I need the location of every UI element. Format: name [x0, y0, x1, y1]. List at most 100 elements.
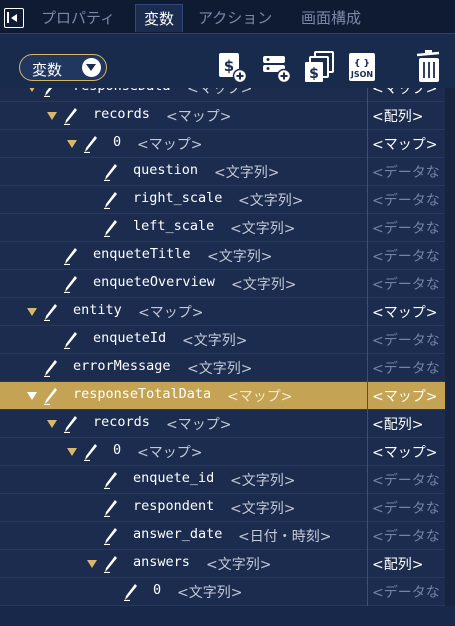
variable-value[interactable]: <配列> — [372, 106, 445, 126]
edit-pen-icon[interactable] — [84, 135, 98, 154]
expand-caret-icon[interactable] — [67, 448, 77, 456]
variable-value[interactable]: <マップ> — [372, 134, 445, 154]
expand-caret-icon[interactable] — [47, 112, 57, 120]
variable-name: question — [133, 162, 199, 178]
tree-row[interactable]: right_scale <文字列> <データな — [0, 186, 445, 214]
collapse-panel-icon[interactable] — [4, 8, 24, 28]
variable-type: <マップ> — [187, 88, 253, 97]
edit-pen-icon[interactable] — [44, 303, 58, 322]
variable-type: <日付・時刻> — [238, 529, 332, 545]
variable-value[interactable]: <マップ> — [372, 386, 445, 406]
edit-pen-icon[interactable] — [44, 359, 58, 378]
variable-name: 0 — [113, 442, 122, 458]
tree-row[interactable]: enqueteTitle <文字列> <データな — [0, 242, 445, 270]
tree-row[interactable]: answers <文字列> <配列> — [0, 550, 445, 578]
edit-pen-icon[interactable] — [84, 443, 98, 462]
edit-pen-icon[interactable] — [64, 247, 78, 266]
variable-tree: responseData <マップ> <マップ> records <マップ> <配列> 0 <… — [0, 88, 445, 606]
expand-caret-icon[interactable] — [27, 88, 37, 92]
expand-caret-icon[interactable] — [87, 560, 97, 568]
variable-value[interactable]: <配列> — [372, 554, 445, 574]
variable-name: 0 — [153, 582, 162, 598]
variable-value[interactable]: <データな — [372, 274, 445, 294]
edit-pen-icon[interactable] — [104, 471, 118, 490]
expand-caret-icon[interactable] — [27, 308, 37, 316]
variable-value[interactable]: <マップ> — [372, 88, 445, 98]
expand-caret-icon[interactable] — [67, 140, 77, 148]
tab-actions[interactable]: アクション — [190, 4, 280, 32]
edit-pen-icon[interactable] — [64, 415, 78, 434]
trash-icon[interactable] — [413, 50, 445, 84]
expand-caret-icon[interactable] — [27, 392, 37, 400]
json-import-icon[interactable]: { } JSON — [346, 50, 378, 84]
edit-pen-icon[interactable] — [104, 527, 118, 546]
column-divider — [367, 88, 368, 102]
variable-value[interactable]: <データな — [372, 498, 445, 518]
tree-row[interactable]: left_scale <文字列> <データな — [0, 214, 445, 242]
tree-row[interactable]: enqueteOverview <文字列> <データな — [0, 270, 445, 298]
add-map-variable-icon[interactable]: $ — [303, 50, 335, 84]
tree-row[interactable]: errorMessage <文字列> <データな — [0, 354, 445, 382]
variable-value[interactable]: <配列> — [372, 414, 445, 434]
tab-properties[interactable]: プロパティ — [33, 4, 123, 32]
variable-value[interactable]: <マップ> — [372, 302, 445, 322]
variable-name: right_scale — [133, 190, 223, 206]
variable-value[interactable]: <データな — [372, 358, 445, 378]
column-divider — [367, 578, 368, 606]
variable-value[interactable]: <データな — [372, 246, 445, 266]
tree-row[interactable]: 0 <マップ> <マップ> — [0, 438, 445, 466]
variable-value[interactable]: <データな — [372, 470, 445, 490]
variable-value[interactable]: <データな — [372, 526, 445, 546]
variable-value[interactable]: <データな — [372, 162, 445, 182]
edit-pen-icon[interactable] — [104, 219, 118, 238]
dropdown-label: 変数 — [32, 61, 63, 79]
edit-pen-icon[interactable] — [104, 555, 118, 574]
column-divider — [367, 102, 368, 130]
edit-pen-icon[interactable] — [64, 107, 78, 126]
variable-value[interactable]: <マップ> — [372, 442, 445, 462]
variable-value[interactable]: <データな — [372, 330, 445, 350]
tree-row[interactable]: responseTotalData <マップ> <マップ> — [0, 382, 445, 410]
tree-row[interactable]: answer_date <日付・時刻> <データな — [0, 522, 445, 550]
edit-pen-icon[interactable] — [64, 331, 78, 350]
variable-scope-dropdown[interactable]: 変数 — [19, 54, 107, 81]
tree-row[interactable]: records <マップ> <配列> — [0, 102, 445, 130]
variable-type: <マップ> — [138, 305, 204, 321]
tree-row[interactable]: enqueteId <文字列> <データな — [0, 326, 445, 354]
chevron-down-icon — [82, 58, 101, 77]
column-divider — [367, 270, 368, 298]
vertical-scrollbar[interactable] — [445, 88, 455, 606]
variable-value[interactable]: <データな — [372, 190, 445, 210]
tree-row[interactable]: 0 <マップ> <マップ> — [0, 130, 445, 158]
tree-row[interactable]: 0 <文字列> <データな — [0, 578, 445, 606]
tree-row[interactable]: question <文字列> <データな — [0, 158, 445, 186]
tree-row[interactable]: respondent <文字列> <データな — [0, 494, 445, 522]
tree-row[interactable]: responseData <マップ> <マップ> — [0, 88, 445, 102]
tab-screen-layout[interactable]: 画面構成 — [293, 4, 369, 32]
svg-text:$: $ — [224, 57, 234, 75]
tree-row[interactable]: entity <マップ> <マップ> — [0, 298, 445, 326]
variable-name: answer_date — [133, 526, 223, 542]
variable-name: 0 — [113, 134, 122, 150]
toolbar: 変数 $ $ { } JSON — [0, 34, 455, 88]
tab-variables[interactable]: 変数 — [135, 4, 184, 32]
edit-pen-icon[interactable] — [64, 275, 78, 294]
edit-pen-icon[interactable] — [104, 499, 118, 518]
column-divider — [367, 522, 368, 550]
edit-pen-icon[interactable] — [104, 191, 118, 210]
edit-pen-icon[interactable] — [124, 583, 138, 602]
variable-value[interactable]: <データな — [372, 218, 445, 238]
tree-row[interactable]: enquete_id <文字列> <データな — [0, 466, 445, 494]
add-database-variable-icon[interactable] — [260, 50, 292, 84]
variable-name: enqueteId — [93, 330, 167, 346]
variable-type: <マップ> — [137, 445, 203, 461]
tree-row[interactable]: records <マップ> <配列> — [0, 410, 445, 438]
expand-caret-icon[interactable] — [47, 420, 57, 428]
edit-pen-icon[interactable] — [44, 387, 58, 406]
variable-value[interactable]: <データな — [372, 582, 445, 602]
variable-name: answers — [133, 554, 190, 570]
add-string-variable-icon[interactable]: $ — [216, 50, 248, 84]
edit-pen-icon[interactable] — [44, 88, 58, 98]
variable-name: errorMessage — [73, 358, 171, 374]
edit-pen-icon[interactable] — [104, 163, 118, 182]
